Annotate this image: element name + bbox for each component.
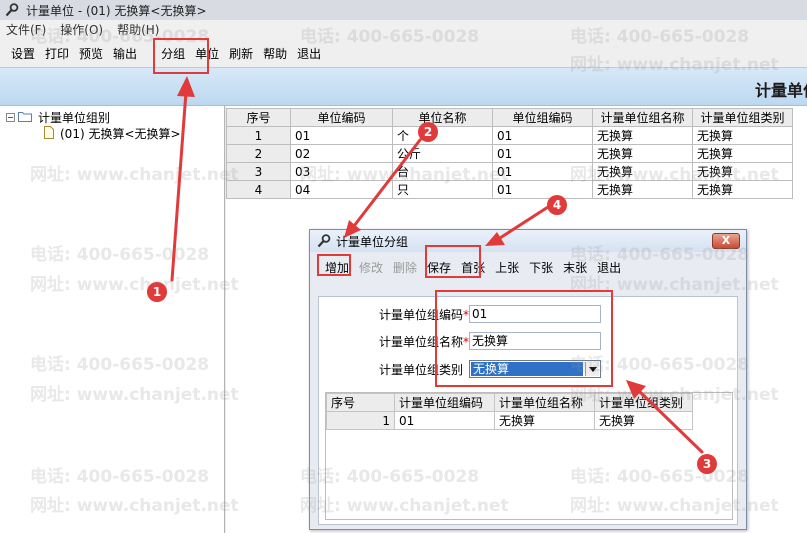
- cell: 01: [492, 162, 593, 181]
- cell: 01: [290, 126, 393, 145]
- banner: 计量单位: [0, 68, 807, 106]
- prev-button[interactable]: 上张: [490, 259, 524, 276]
- folder-icon: [18, 111, 32, 125]
- tree-item-label: (01) 无换算<无换算>: [60, 127, 181, 141]
- cell: 04: [290, 180, 393, 199]
- cell: 01: [492, 126, 593, 145]
- table-row[interactable]: 2 02 公斤 01 无换算 无换算: [226, 144, 793, 163]
- export-button[interactable]: 输出: [108, 45, 142, 62]
- cell: 个: [392, 126, 493, 145]
- cell: 1: [326, 411, 395, 430]
- col-unit-code[interactable]: 单位编码: [290, 108, 393, 127]
- cell: 03: [290, 162, 393, 181]
- table-header-row: 序号 计量单位组编码 计量单位组名称 计量单位组类别: [326, 393, 693, 412]
- highlight-add-button: [317, 254, 351, 276]
- help-button[interactable]: 帮助: [258, 45, 292, 62]
- wrench-icon: [4, 2, 20, 18]
- cell: 无换算: [592, 162, 693, 181]
- group-tree: − 计量单位组别 (01) 无换算<无换算>: [0, 106, 225, 533]
- cell: 公斤: [392, 144, 493, 163]
- col-group-code[interactable]: 计量单位组编码: [394, 393, 495, 412]
- menu-file[interactable]: 文件(F): [6, 21, 46, 38]
- dialog-exit-button[interactable]: 退出: [592, 259, 626, 276]
- title-bar: 计量单位 - (01) 无换算<无换算>: [0, 0, 807, 20]
- cell: 01: [492, 144, 593, 163]
- cell: 02: [290, 144, 393, 163]
- group-grid: 序号 计量单位组编码 计量单位组名称 计量单位组类别 1 01 无换算 无换算: [325, 392, 733, 520]
- tree-item-01[interactable]: (01) 无换算<无换算>: [44, 125, 181, 142]
- collapse-icon[interactable]: −: [6, 113, 15, 122]
- dialog-title: 计量单位分组: [336, 234, 409, 249]
- cell: 无换算: [592, 144, 693, 163]
- refresh-button[interactable]: 刷新: [224, 45, 258, 62]
- cell: 01: [492, 180, 593, 199]
- cell: 无换算: [692, 180, 793, 199]
- cell: 无换算: [592, 180, 693, 199]
- cell: 2: [226, 144, 291, 163]
- dialog-toolbar: 增加 修改 删除 保存 首张 上张 下张 末张 退出: [310, 254, 746, 280]
- step-badge-4: 4: [547, 195, 567, 215]
- col-index[interactable]: 序号: [326, 393, 395, 412]
- highlight-save-button: [425, 245, 481, 278]
- table-row[interactable]: 3 03 台 01 无换算 无换算: [226, 162, 793, 181]
- table-header-row: 序号 单位编码 单位名称 单位组编码 计量单位组名称 计量单位组类别: [226, 108, 793, 127]
- cell: 无换算: [494, 411, 595, 430]
- print-button[interactable]: 打印: [40, 45, 74, 62]
- unit-table: 序号 单位编码 单位名称 单位组编码 计量单位组名称 计量单位组类别 1 01 …: [226, 108, 793, 199]
- col-group-type[interactable]: 计量单位组类别: [594, 393, 693, 412]
- cell: 台: [392, 162, 493, 181]
- exit-button[interactable]: 退出: [292, 45, 326, 62]
- step-badge-2: 2: [418, 122, 438, 142]
- menu-help[interactable]: 帮助(H): [117, 21, 159, 38]
- edit-button[interactable]: 修改: [354, 259, 388, 276]
- menu-operation[interactable]: 操作(O): [60, 21, 103, 38]
- cell: 3: [226, 162, 291, 181]
- settings-button[interactable]: 设置: [6, 45, 40, 62]
- col-group-type[interactable]: 计量单位组类别: [692, 108, 793, 127]
- step-badge-1: 1: [147, 282, 167, 302]
- cell: 无换算: [692, 162, 793, 181]
- table-row[interactable]: 1 01 个 01 无换算 无换算: [226, 126, 793, 145]
- preview-button[interactable]: 预览: [74, 45, 108, 62]
- next-button[interactable]: 下张: [524, 259, 558, 276]
- document-icon: [44, 125, 54, 142]
- table-row[interactable]: 4 04 只 01 无换算 无换算: [226, 180, 793, 199]
- cell: 4: [226, 180, 291, 199]
- table-row[interactable]: 1 01 无换算 无换算: [326, 411, 693, 430]
- menu-bar: 文件(F) 操作(O) 帮助(H): [0, 20, 807, 39]
- cell: 无换算: [592, 126, 693, 145]
- col-index[interactable]: 序号: [226, 108, 291, 127]
- last-button[interactable]: 末张: [558, 259, 592, 276]
- col-group-name[interactable]: 计量单位组名称: [494, 393, 595, 412]
- main-toolbar: 设置 打印 预览 输出 分组 单位 刷新 帮助 退出: [0, 39, 807, 68]
- cell: 无换算: [692, 126, 793, 145]
- col-group-name[interactable]: 计量单位组名称: [592, 108, 693, 127]
- cell: 01: [394, 411, 495, 430]
- step-badge-3: 3: [697, 454, 717, 474]
- wrench-icon: [316, 233, 332, 249]
- dialog-title-bar[interactable]: 计量单位分组: [310, 230, 746, 252]
- cell: 1: [226, 126, 291, 145]
- col-unit-name[interactable]: 单位名称: [392, 108, 493, 127]
- tree-root-label: 计量单位组别: [38, 111, 111, 125]
- highlight-group-button: [153, 38, 209, 74]
- window-title: 计量单位 - (01) 无换算<无换算>: [26, 3, 207, 18]
- cell: 只: [392, 180, 493, 199]
- cell: 无换算: [692, 144, 793, 163]
- cell: 无换算: [594, 411, 693, 430]
- col-group-code[interactable]: 单位组编码: [492, 108, 593, 127]
- highlight-form-fields: [435, 290, 613, 387]
- tree-root[interactable]: − 计量单位组别: [6, 109, 110, 126]
- delete-button[interactable]: 删除: [388, 259, 422, 276]
- group-table: 序号 计量单位组编码 计量单位组名称 计量单位组类别 1 01 无换算 无换算: [326, 393, 693, 430]
- page-title: 计量单位: [754, 81, 807, 100]
- close-button[interactable]: X: [712, 233, 740, 249]
